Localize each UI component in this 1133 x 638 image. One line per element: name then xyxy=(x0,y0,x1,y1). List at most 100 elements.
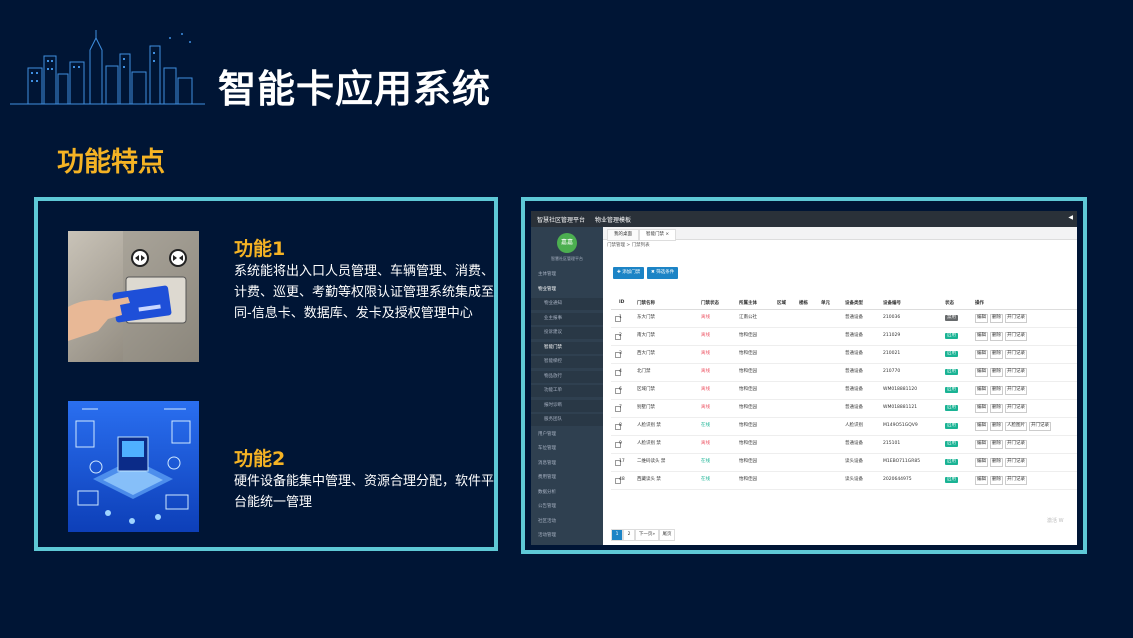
table-row[interactable]: 8 人脸识别 禁 在线 怡和佳园 人脸识别 M149O51GQV9 启用 编辑 删除 人脸图片 开门… xyxy=(611,417,1077,436)
row-action-button[interactable]: 开门记录 xyxy=(1005,314,1027,323)
cell-type: 读头设备 xyxy=(845,477,863,482)
table-row[interactable]: 9 人脸识别 禁 离线 怡和佳园 普通设备 215101 启用 编辑 删除 开门记录 xyxy=(611,435,1077,454)
row-action-button[interactable]: 编辑 xyxy=(975,332,988,341)
table-row[interactable]: 3 西大门禁 离线 怡和佳园 普通设备 210021 启用 编辑 删除 开门记录 xyxy=(611,345,1077,364)
column-header: 门禁名称 xyxy=(637,301,655,306)
pagination-item[interactable]: 下一页» xyxy=(635,529,659,541)
table-row[interactable]: 17 二维码读头 禁 在线 怡和佳园 读头设备 M1EBO711GR85 启用 编辑 删除 开门记… xyxy=(611,453,1077,472)
status-badge: 启用 xyxy=(945,441,958,447)
tab-desktop[interactable]: 我的桌面 xyxy=(607,229,639,241)
sidebar-item[interactable]: 车位管理 xyxy=(531,443,603,455)
cell-state: 离线 xyxy=(701,441,710,446)
row-action-button[interactable]: 删除 xyxy=(990,350,1003,359)
row-action-button[interactable]: 编辑 xyxy=(975,314,988,323)
row-action-button[interactable]: 删除 xyxy=(990,422,1003,431)
row-action-button[interactable]: 人脸图片 xyxy=(1005,422,1027,431)
sidebar-item[interactable]: 系统管理 xyxy=(531,545,603,546)
feature-1-title: 功能1 xyxy=(234,238,286,260)
row-action-button[interactable]: 删除 xyxy=(990,458,1003,467)
add-access-button[interactable]: ✚ 添加门禁 xyxy=(613,267,645,279)
row-action-button[interactable]: 开门记录 xyxy=(1005,440,1027,449)
table-row[interactable]: 48 西藏读头 禁 在线 怡和佳园 读头设备 2020644975 启用 编辑 删除 开门记录 xyxy=(611,471,1077,490)
cell-type: 普通设备 xyxy=(845,387,863,392)
watermark-text: 激活 W xyxy=(1047,518,1064,524)
sidebar-item[interactable]: 物业通知 xyxy=(531,298,603,310)
sidebar-item[interactable]: 服务团队 xyxy=(531,414,603,426)
cell-code: 215101 xyxy=(883,441,901,446)
row-action-button[interactable]: 开门记录 xyxy=(1005,404,1027,413)
pagination-item[interactable]: 尾页 xyxy=(659,529,675,541)
row-action-button[interactable]: 开门记录 xyxy=(1005,458,1027,467)
row-action-button[interactable]: 删除 xyxy=(990,386,1003,395)
row-action-button[interactable]: 开门记录 xyxy=(1005,332,1027,341)
cell-id: 17 xyxy=(619,459,625,464)
sidebar-item[interactable]: 投诉建议 xyxy=(531,327,603,339)
sidebar-item[interactable]: 主体管理 xyxy=(531,269,603,281)
row-action-button[interactable]: 开门记录 xyxy=(1005,350,1027,359)
admin-brand: 智慧社区管理平台 xyxy=(537,217,586,224)
table-row[interactable]: 1 东大门禁 离线 江南公社 普通设备 210036 禁用 编辑 删除 开门记录 xyxy=(611,309,1077,328)
sidebar-item[interactable]: 活动管理 xyxy=(531,530,603,542)
pagination-item[interactable]: 2 xyxy=(623,529,635,541)
cell-state: 离线 xyxy=(701,369,710,374)
feature-2-description: 硬件设备能集中管理、资源合理分配，软件平台能统一管理 xyxy=(234,474,495,510)
cell-name: 西大门禁 xyxy=(637,351,655,356)
sidebar-item[interactable]: 数据分析 xyxy=(531,487,603,499)
row-action-button[interactable]: 编辑 xyxy=(975,350,988,359)
status-badge: 启用 xyxy=(945,351,958,357)
sidebar-item[interactable]: 消息管理 xyxy=(531,458,603,470)
sidebar-item[interactable]: 公告管理 xyxy=(531,501,603,513)
row-action-button[interactable]: 删除 xyxy=(990,314,1003,323)
cell-state: 离线 xyxy=(701,351,710,356)
cell-code: 210036 xyxy=(883,315,901,320)
sidebar-item[interactable]: 社区活动 xyxy=(531,516,603,528)
status-badge: 启用 xyxy=(945,369,958,375)
sidebar-item[interactable]: 物品放行 xyxy=(531,370,603,383)
column-header: 区域 xyxy=(777,301,786,306)
row-action-button[interactable]: 编辑 xyxy=(975,386,988,395)
system-screenshot-card: 智慧社区管理平台 物业管理模板 ◀ 嘉嘉 智慧社区管理平台 主体管理 物业管理 物业… xyxy=(521,197,1087,554)
feature-1-description: 系统能将出入口人员管理、车辆管理、消费、计费、巡更、考勤等权限认证管理系统集成至… xyxy=(234,264,495,321)
pagination-item[interactable]: 1 xyxy=(611,529,623,541)
cell-name: 东大门禁 xyxy=(637,315,655,320)
row-action-button[interactable]: 编辑 xyxy=(975,422,988,431)
sidebar-item[interactable]: 用户管理 xyxy=(531,429,603,441)
table-row[interactable]: 2 南大门禁 离线 怡和佳园 普通设备 211029 启用 编辑 删除 开门记录 xyxy=(611,327,1077,346)
cell-name: 区域门禁 xyxy=(637,387,655,392)
speaker-icon[interactable]: ◀ xyxy=(1068,214,1073,221)
sidebar-item[interactable]: 费用管理 xyxy=(531,472,603,484)
row-action-button[interactable]: 编辑 xyxy=(975,476,988,485)
breadcrumb: 门禁管理 > 门禁列表 xyxy=(607,243,650,248)
cell-state: 离线 xyxy=(701,315,710,320)
cell-name: 南大门禁 xyxy=(637,333,655,338)
cell-state: 离线 xyxy=(701,405,710,410)
row-action-button[interactable]: 编辑 xyxy=(975,404,988,413)
row-action-button[interactable]: 开门记录 xyxy=(1005,386,1027,395)
row-action-button[interactable]: 开门记录 xyxy=(1005,368,1027,377)
row-action-button[interactable]: 删除 xyxy=(990,332,1003,341)
filter-button[interactable]: ✖ 筛选条件 xyxy=(647,267,679,279)
row-action-button[interactable]: 删除 xyxy=(990,404,1003,413)
sidebar-item[interactable]: 报时诊断 xyxy=(531,399,603,412)
sidebar-item[interactable]: 业主报事 xyxy=(531,312,603,325)
table-row[interactable]: 6 区域门禁 离线 怡和佳园 普通设备 WM018881120 启用 编辑 删除 开门记录 xyxy=(611,381,1077,400)
row-action-button[interactable]: 删除 xyxy=(990,440,1003,449)
row-action-button[interactable]: 删除 xyxy=(990,476,1003,485)
sidebar-item[interactable]: 功能工单 xyxy=(531,385,603,397)
table-row[interactable]: 4 北门禁 离线 怡和佳园 普通设备 210770 启用 编辑 删除 开门记录 xyxy=(611,363,1077,382)
table-row[interactable]: 7 别墅门禁 离线 怡和佳园 普通设备 WM018881121 启用 编辑 删除 开门记录 xyxy=(611,399,1077,418)
sidebar-item[interactable]: 智能梯控 xyxy=(531,356,603,368)
cell-state: 离线 xyxy=(701,333,710,338)
tab-access-control[interactable]: 智能门禁 × xyxy=(639,229,677,241)
sidebar-item[interactable]: 智能门禁 xyxy=(531,341,603,354)
row-action-button[interactable]: 编辑 xyxy=(975,458,988,467)
row-action-button[interactable]: 编辑 xyxy=(975,368,988,377)
column-header: 设备编号 xyxy=(883,301,901,306)
cell-type: 普通设备 xyxy=(845,405,863,410)
row-action-button[interactable]: 删除 xyxy=(990,368,1003,377)
row-action-button[interactable]: 开门记录 xyxy=(1005,476,1027,485)
sidebar-item[interactable]: 物业管理 xyxy=(531,284,603,296)
row-action-button[interactable]: 编辑 xyxy=(975,440,988,449)
cell-code: M149O51GQV9 xyxy=(883,423,918,428)
row-action-button[interactable]: 开门记录 xyxy=(1029,422,1051,431)
